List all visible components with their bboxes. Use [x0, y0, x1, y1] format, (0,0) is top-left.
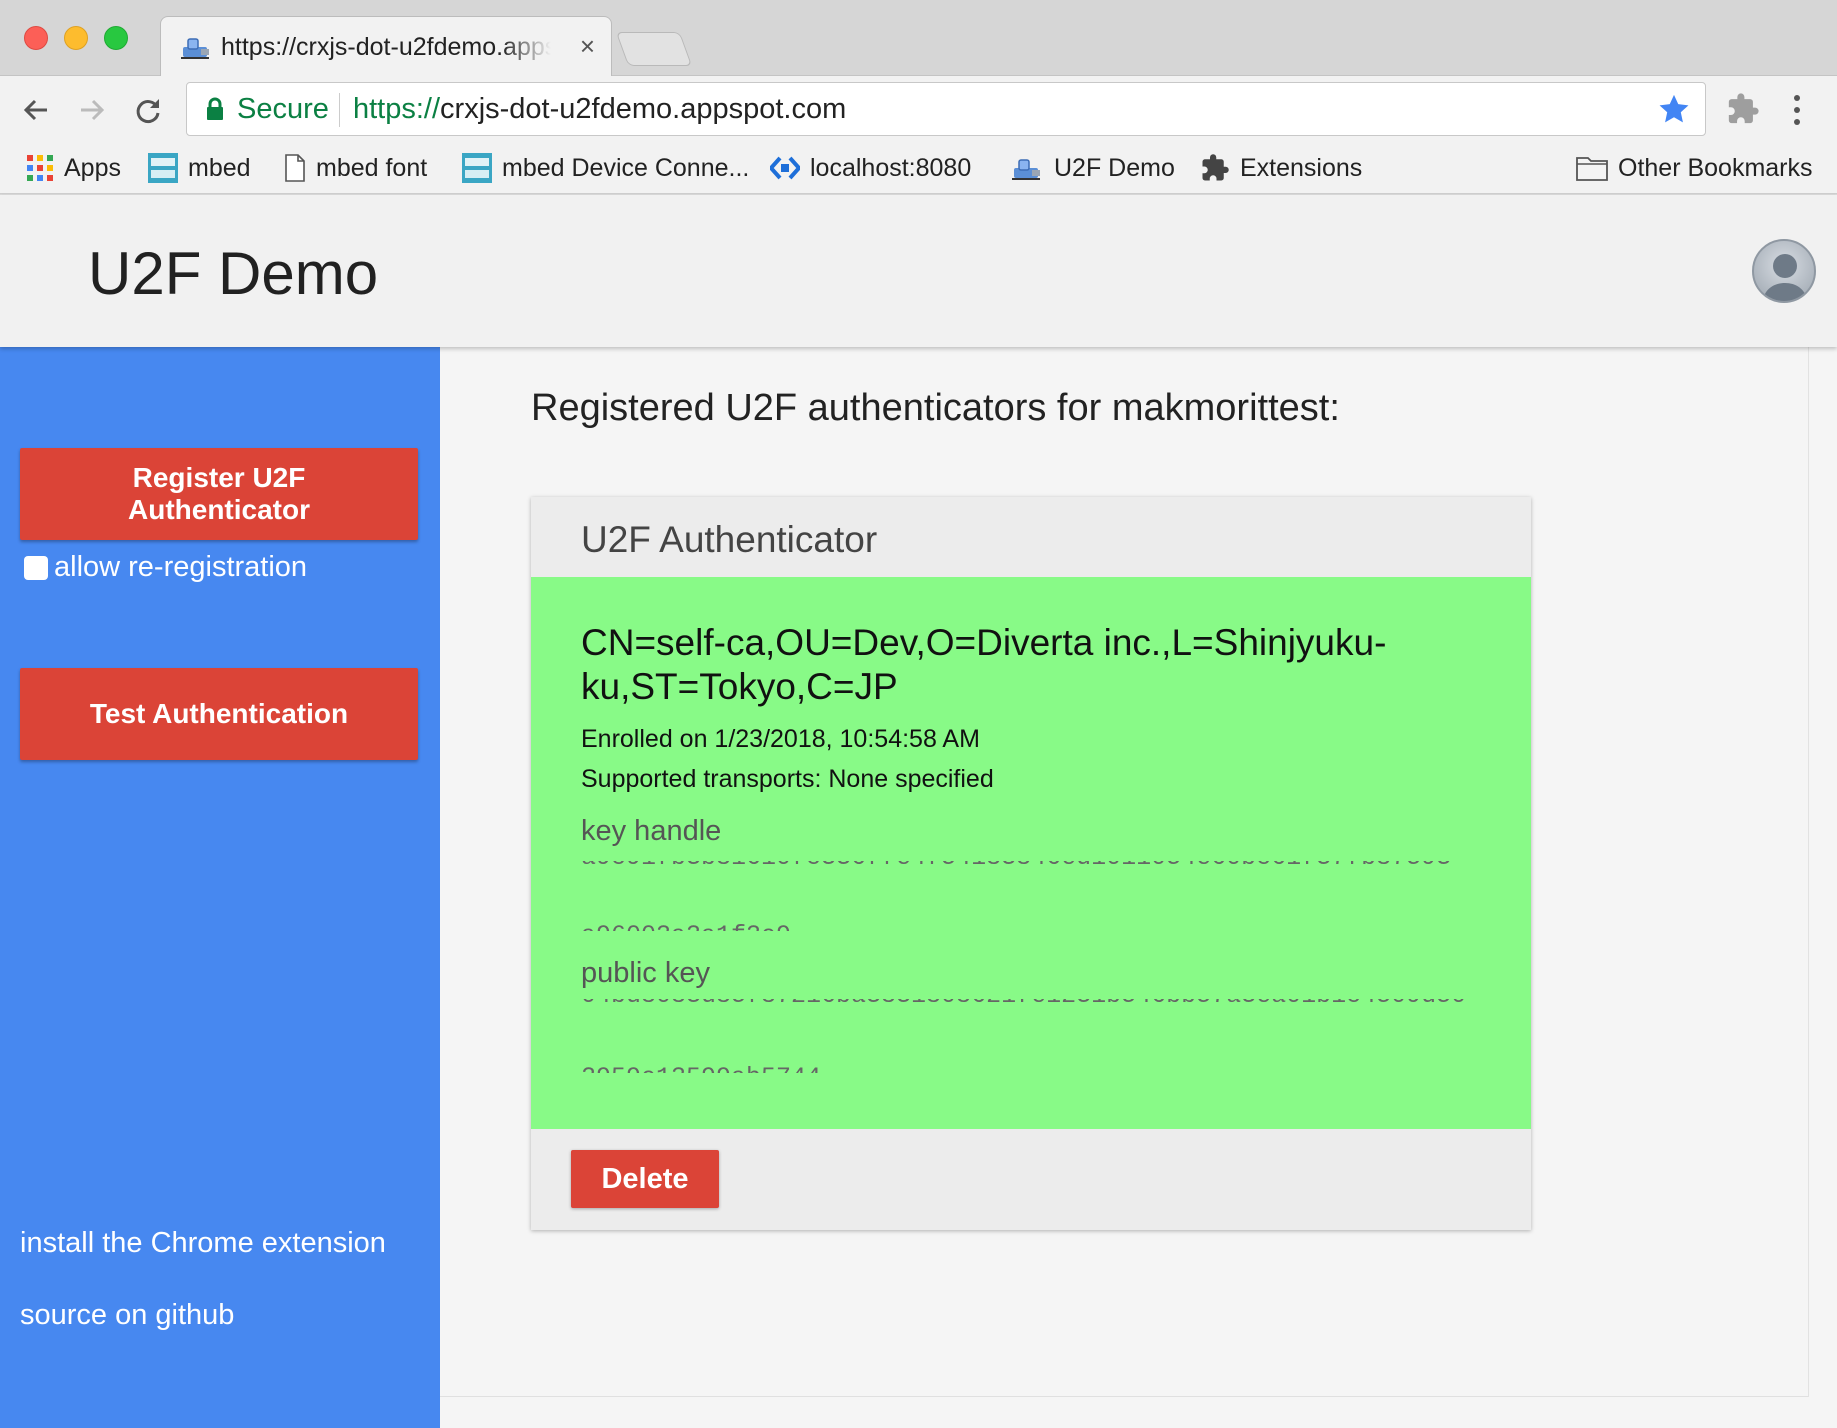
other-bookmarks[interactable]: Other Bookmarks [1576, 150, 1813, 186]
scrollbar-track[interactable] [1808, 347, 1837, 1397]
avatar[interactable] [1752, 239, 1816, 303]
reload-icon[interactable] [128, 90, 168, 130]
supported-transports: Supported transports: None specified [581, 765, 994, 793]
public-key-line: 04bd8083d85f87216ba3831808621fe1231b546b… [581, 999, 1467, 1007]
bookmark-label: localhost:8080 [810, 153, 972, 182]
bookmark-label: mbed font [316, 153, 428, 182]
arm-mbed-icon [148, 153, 178, 183]
bookmark-extensions[interactable]: Extensions [1200, 150, 1362, 186]
github-source-link[interactable]: source on github [20, 1299, 234, 1332]
bookmark-label: mbed [188, 153, 251, 182]
key-handle-line: a9c91fb3b81610fc336ffe4f54183846ed101105… [581, 861, 1467, 869]
bookmark-label: mbed Device Conne... [502, 153, 750, 182]
address-bar[interactable]: Secure https://crxjs-dot-u2fdemo.appspot… [186, 82, 1706, 136]
card-body: CN=self-ca,OU=Dev,O=Diverta inc.,L=Shinj… [531, 577, 1531, 1129]
bookmark-label: Apps [64, 153, 121, 182]
allow-reregistration-checkbox[interactable] [24, 555, 48, 580]
app-title: U2F Demo [88, 240, 379, 307]
install-extension-link[interactable]: install the Chrome extension [20, 1227, 386, 1260]
arm-mbed-icon [462, 153, 492, 183]
puzzle-icon [1200, 153, 1230, 183]
enrolled-date: Enrolled on 1/23/2018, 10:54:58 AM [581, 725, 980, 753]
card-title: U2F Authenticator [581, 519, 878, 560]
back-icon[interactable] [16, 90, 56, 130]
key-handle-line: a96003a3a1f3e9 [581, 923, 1467, 931]
new-tab-button[interactable] [615, 32, 693, 66]
allow-reregistration-option[interactable]: allow re-registration [24, 551, 307, 584]
bookmarks-bar: Apps mbed mbed font mbed Device Conne...… [0, 144, 1837, 194]
secure-label: Secure [237, 93, 329, 125]
browser-menu-icon[interactable] [1790, 92, 1804, 128]
register-u2f-button[interactable]: Register U2F Authenticator [20, 448, 418, 540]
minimize-window-button[interactable] [64, 26, 88, 50]
u2f-favicon-icon [179, 33, 213, 61]
public-key-line: 2959e13599ab5744 [581, 1065, 1467, 1073]
folder-icon [1576, 155, 1608, 181]
code-icon [770, 154, 800, 182]
bookmark-mbed[interactable]: mbed [148, 150, 251, 186]
u2f-favicon-icon [1010, 154, 1044, 182]
bookmark-mbed-font[interactable]: mbed font [284, 150, 427, 186]
public-key-value-end: 2959e13599ab5744 [581, 1065, 1467, 1073]
bookmark-apps[interactable]: Apps [26, 150, 121, 186]
bookmark-label: U2F Demo [1054, 153, 1175, 182]
main-content: Registered U2F authenticators for makmor… [440, 347, 1808, 1397]
extension-puzzle-icon[interactable] [1726, 92, 1760, 131]
document-icon [284, 154, 306, 182]
bookmark-localhost[interactable]: localhost:8080 [770, 150, 971, 186]
bookmark-star-icon[interactable] [1657, 92, 1691, 131]
browser-tab-active[interactable]: https://crxjs-dot-u2fdemo.appspot.com × [160, 16, 612, 78]
url-host: crxjs-dot-u2fdemo.appspot.com [440, 93, 847, 125]
key-handle-value: a9c91fb3b81610fc336ffe4f54183846ed101105… [581, 861, 1467, 869]
key-handle-value-end: a96003a3a1f3e9 [581, 923, 1467, 931]
page-heading: Registered U2F authenticators for makmor… [531, 387, 1340, 429]
apps-grid-icon [26, 154, 54, 182]
bookmark-mbed-device-connector[interactable]: mbed Device Conne... [462, 150, 749, 186]
lock-icon[interactable] [205, 97, 225, 126]
url-text[interactable]: https://crxjs-dot-u2fdemo.appspot.com [353, 93, 846, 126]
bookmark-u2f-demo[interactable]: U2F Demo [1010, 150, 1175, 186]
bookmark-label: Extensions [1240, 153, 1363, 182]
tab-title: https://crxjs-dot-u2fdemo.appspot.com [221, 33, 551, 61]
zoom-window-button[interactable] [104, 26, 128, 50]
certificate-subject: CN=self-ca,OU=Dev,O=Diverta inc.,L=Shinj… [581, 622, 1387, 707]
card-header: U2F Authenticator [531, 497, 1531, 577]
sidebar: Register U2F Authenticator allow re-regi… [0, 347, 440, 1428]
web-page: U2F Demo Register U2F Authenticator allo… [0, 195, 1837, 1428]
tab-close-icon[interactable]: × [580, 31, 595, 61]
card-footer: Delete [531, 1129, 1531, 1230]
public-key-label: public key [581, 957, 710, 989]
app-header: U2F Demo [0, 195, 1837, 347]
key-handle-label: key handle [581, 815, 722, 847]
bookmark-label: Other Bookmarks [1618, 153, 1813, 182]
url-scheme: https:// [353, 93, 441, 125]
omnibox-separator [339, 93, 340, 127]
delete-button[interactable]: Delete [571, 1150, 719, 1208]
allow-reregistration-label: allow re-registration [54, 551, 308, 583]
close-window-button[interactable] [24, 26, 48, 50]
public-key-value: 04bd8083d85f87216ba3831808621fe1231b546b… [581, 999, 1467, 1007]
test-authentication-button[interactable]: Test Authentication [20, 668, 418, 760]
forward-icon[interactable] [72, 90, 112, 130]
browser-toolbar: Secure https://crxjs-dot-u2fdemo.appspot… [0, 76, 1837, 144]
window-titlebar: https://crxjs-dot-u2fdemo.appspot.com × [0, 0, 1837, 78]
authenticator-card: U2F Authenticator CN=self-ca,OU=Dev,O=Di… [531, 497, 1531, 1230]
